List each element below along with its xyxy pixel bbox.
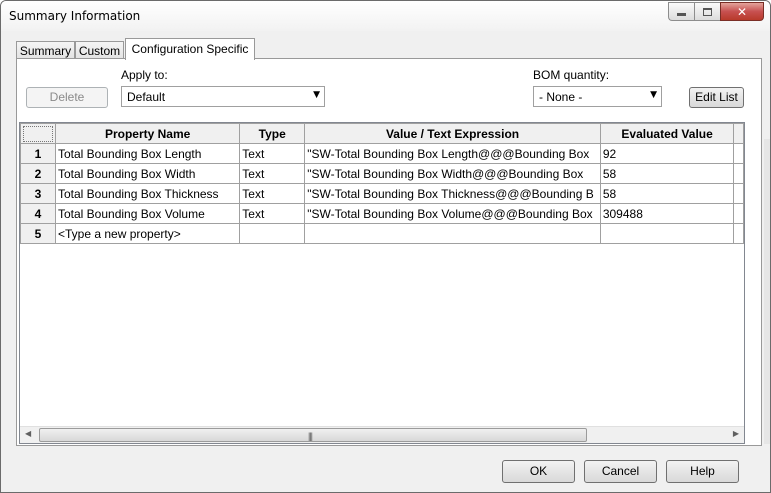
type-cell[interactable]: Text bbox=[239, 163, 306, 184]
evaluated-value-cell: 309488 bbox=[599, 203, 735, 224]
title-bar[interactable]: Summary Information ✕ bbox=[1, 1, 770, 31]
evaluated-value-cell: 58 bbox=[599, 183, 735, 204]
filler-cell bbox=[733, 143, 744, 164]
row-number[interactable]: 5 bbox=[20, 223, 56, 244]
column-header-evaluated-value[interactable]: Evaluated Value bbox=[599, 123, 735, 144]
ok-button[interactable]: OK bbox=[502, 460, 575, 483]
minimize-icon bbox=[677, 12, 686, 16]
scrollbar-thumb[interactable]: ||| bbox=[39, 428, 587, 442]
scroll-right-icon[interactable]: ▶ bbox=[733, 429, 739, 438]
property-name-cell[interactable]: Total Bounding Box Thickness bbox=[54, 183, 241, 204]
value-cell[interactable]: "SW-Total Bounding Box Width@@@Bounding … bbox=[304, 163, 601, 184]
table-header-row: Property Name Type Value / Text Expressi… bbox=[20, 123, 744, 144]
help-button[interactable]: Help bbox=[666, 460, 739, 483]
window-controls: ✕ bbox=[668, 2, 764, 21]
value-cell[interactable] bbox=[304, 223, 601, 244]
close-button[interactable]: ✕ bbox=[720, 2, 764, 21]
row-number[interactable]: 2 bbox=[20, 163, 56, 184]
new-property-cell[interactable]: <Type a new property> bbox=[54, 223, 241, 244]
horizontal-scrollbar[interactable]: ◀ ||| ▶ bbox=[20, 426, 744, 443]
properties-grid: Property Name Type Value / Text Expressi… bbox=[19, 122, 745, 444]
column-header-filler bbox=[733, 123, 744, 144]
close-icon: ✕ bbox=[736, 4, 748, 19]
property-name-cell[interactable]: Total Bounding Box Volume bbox=[54, 203, 241, 224]
property-name-cell[interactable]: Total Bounding Box Width bbox=[54, 163, 241, 184]
apply-to-value: Default bbox=[127, 90, 166, 104]
cancel-button[interactable]: Cancel bbox=[584, 460, 657, 483]
value-cell[interactable]: "SW-Total Bounding Box Volume@@@Bounding… bbox=[304, 203, 601, 224]
type-cell[interactable]: Text bbox=[239, 203, 306, 224]
value-cell[interactable]: "SW-Total Bounding Box Thickness@@@Bound… bbox=[304, 183, 601, 204]
table-row[interactable]: 3 Total Bounding Box Thickness Text "SW-… bbox=[20, 183, 744, 204]
bom-quantity-value: - None - bbox=[539, 90, 583, 104]
properties-table: Property Name Type Value / Text Expressi… bbox=[20, 123, 744, 244]
apply-to-select[interactable]: Default ▼ bbox=[121, 86, 325, 107]
filler-cell bbox=[733, 203, 744, 224]
table-row[interactable]: 1 Total Bounding Box Length Text "SW-Tot… bbox=[20, 143, 744, 164]
scroll-left-icon[interactable]: ◀ bbox=[25, 429, 31, 438]
table-row-new[interactable]: 5 <Type a new property> bbox=[20, 223, 744, 244]
maximize-icon bbox=[703, 7, 712, 16]
row-number[interactable]: 3 bbox=[20, 183, 56, 204]
row-number[interactable]: 4 bbox=[20, 203, 56, 224]
evaluated-value-cell: 92 bbox=[599, 143, 735, 164]
column-header-type[interactable]: Type bbox=[239, 123, 306, 144]
evaluated-value-cell bbox=[599, 223, 735, 244]
table-row[interactable]: 4 Total Bounding Box Volume Text "SW-Tot… bbox=[20, 203, 744, 224]
minimize-button[interactable] bbox=[668, 2, 694, 21]
evaluated-value-cell: 58 bbox=[599, 163, 735, 184]
column-header-property-name[interactable]: Property Name bbox=[54, 123, 241, 144]
apply-to-label: Apply to: bbox=[121, 68, 168, 82]
property-name-cell[interactable]: Total Bounding Box Length bbox=[54, 143, 241, 164]
type-cell[interactable]: Text bbox=[239, 183, 306, 204]
tab-configuration-specific[interactable]: Configuration Specific bbox=[125, 38, 255, 60]
table-row[interactable]: 2 Total Bounding Box Width Text "SW-Tota… bbox=[20, 163, 744, 184]
chevron-down-icon: ▼ bbox=[650, 90, 657, 100]
column-header-value[interactable]: Value / Text Expression bbox=[304, 123, 601, 144]
row-number[interactable]: 1 bbox=[20, 143, 56, 164]
type-cell[interactable] bbox=[239, 223, 306, 244]
bom-quantity-label: BOM quantity: bbox=[533, 68, 610, 82]
summary-information-dialog: Summary Information ✕ Summary Custom Con… bbox=[0, 0, 771, 493]
filler-cell bbox=[733, 183, 744, 204]
bom-quantity-select[interactable]: - None - ▼ bbox=[533, 86, 662, 107]
type-cell[interactable]: Text bbox=[239, 143, 306, 164]
maximize-button[interactable] bbox=[694, 2, 720, 21]
tab-summary[interactable]: Summary bbox=[16, 41, 75, 59]
edit-list-button[interactable]: Edit List bbox=[689, 87, 744, 108]
panel-edge bbox=[764, 139, 770, 444]
filler-cell bbox=[733, 223, 744, 244]
tab-custom[interactable]: Custom bbox=[75, 41, 124, 59]
value-cell[interactable]: "SW-Total Bounding Box Length@@@Bounding… bbox=[304, 143, 601, 164]
delete-button[interactable]: Delete bbox=[26, 87, 108, 108]
filler-cell bbox=[733, 163, 744, 184]
chevron-down-icon: ▼ bbox=[313, 90, 320, 100]
select-all-cell[interactable] bbox=[20, 123, 56, 144]
window-title: Summary Information bbox=[9, 9, 141, 23]
grip-icon: ||| bbox=[308, 431, 313, 441]
